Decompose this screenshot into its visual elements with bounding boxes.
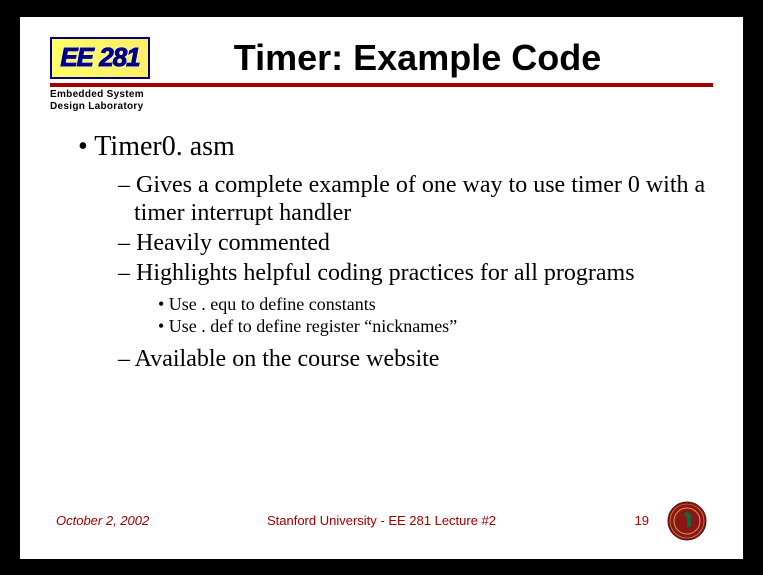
course-logo: EE 281 bbox=[50, 37, 150, 79]
bullet-1-3-2: • Use . def to define register “nickname… bbox=[158, 316, 713, 337]
footer-right: 19 bbox=[544, 501, 707, 541]
footer-date: October 2, 2002 bbox=[56, 513, 219, 528]
bullet-1-2: – Heavily commented bbox=[118, 229, 713, 257]
slide-title: Timer: Example Code bbox=[162, 37, 713, 79]
stanford-seal-icon bbox=[667, 501, 707, 541]
bullet-1-1: – Gives a complete example of one way to… bbox=[118, 171, 713, 228]
sublabel-line1: Embedded System bbox=[50, 89, 713, 101]
slide: EE 281 Timer: Example Code Embedded Syst… bbox=[20, 17, 743, 559]
bullet-1-4: – Available on the course website bbox=[118, 345, 713, 373]
sublabel-line2: Design Laboratory bbox=[50, 101, 713, 113]
content: • Timer0. asm – Gives a complete example… bbox=[50, 131, 713, 374]
sub-bullets: • Use . equ to define constants • Use . … bbox=[50, 294, 713, 337]
bullet-1-3-1: • Use . equ to define constants bbox=[158, 294, 713, 315]
header: EE 281 Timer: Example Code bbox=[50, 37, 713, 79]
footer-page: 19 bbox=[635, 513, 649, 528]
lab-sublabel: Embedded System Design Laboratory bbox=[50, 89, 713, 113]
logo-text: EE 281 bbox=[60, 42, 139, 73]
bullet-1-3: – Highlights helpful coding practices fo… bbox=[118, 259, 713, 287]
footer: October 2, 2002 Stanford University - EE… bbox=[20, 501, 743, 541]
title-underline bbox=[50, 83, 713, 87]
footer-center: Stanford University - EE 281 Lecture #2 bbox=[219, 513, 545, 528]
bullet-1: • Timer0. asm bbox=[78, 131, 713, 163]
